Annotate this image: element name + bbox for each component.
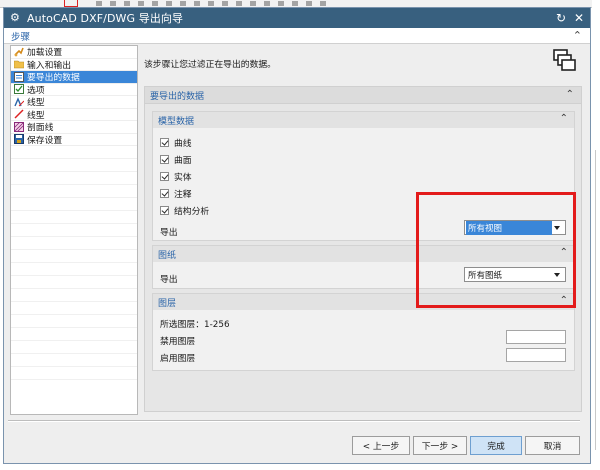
window-title: AutoCAD DXF/DWG 导出向导 — [27, 12, 184, 25]
group-title: 图纸 — [158, 250, 177, 261]
list-filler — [11, 185, 137, 198]
checkbox-curves[interactable]: 曲线 — [160, 136, 192, 149]
steps-list: 加载设置 输入和输出 要导出的数据 选项 线型 线型 剖面线 保存设置 — [10, 45, 138, 415]
data-to-export-header[interactable]: 要导出的数据 ⌃ — [145, 87, 581, 104]
chevron-up-icon[interactable]: ⌃ — [560, 113, 568, 124]
step-line[interactable]: 线型 — [11, 109, 137, 121]
next-button[interactable]: 下一步 > — [413, 436, 467, 455]
section-title: 要导出的数据 — [150, 91, 205, 102]
chevron-up-icon[interactable]: ⌃ — [573, 29, 582, 42]
enabled-layers-label: 启用图层 — [160, 354, 196, 364]
list-filler — [11, 276, 137, 289]
checkbox-annotations[interactable]: 注释 — [160, 187, 192, 200]
disabled-layers-label: 禁用图层 — [160, 337, 196, 347]
checkbox[interactable] — [160, 171, 169, 181]
steps-header-label: 步骤 — [11, 31, 31, 43]
list-filler — [11, 237, 137, 250]
model-data-header[interactable]: 模型数据 ⌃ — [153, 112, 574, 128]
step-hatch[interactable]: 剖面线 — [11, 121, 137, 134]
step-linetype[interactable]: 线型 — [11, 96, 137, 109]
hatch-icon — [13, 121, 25, 133]
step-save-settings[interactable]: 保存设置 — [11, 134, 137, 146]
footer-separator — [8, 420, 580, 422]
list-filler — [11, 224, 137, 237]
step-label: 输入和输出 — [27, 60, 71, 71]
step-data-to-export[interactable]: 要导出的数据 — [11, 71, 137, 84]
folder-icon — [13, 59, 25, 69]
list-filler — [11, 328, 137, 341]
gear-icon: ⚙ — [10, 11, 20, 24]
step-description: 该步骤让您过滤正在导出的数据。 — [144, 60, 276, 70]
list-filler — [11, 198, 137, 211]
step-label: 加载设置 — [27, 48, 63, 59]
step-label: 线型 — [27, 98, 45, 109]
step-label: 保存设置 — [27, 135, 63, 146]
step-label: 剖面线 — [27, 123, 54, 134]
save-settings-icon — [14, 134, 24, 145]
export-drawings-label: 导出 — [160, 275, 178, 285]
step-label: 要导出的数据 — [27, 73, 80, 84]
checkbox[interactable] — [160, 154, 169, 164]
checkbox-label: 注释 — [174, 189, 192, 200]
list-filler — [11, 211, 137, 224]
checkbox-surfaces[interactable]: 曲面 — [160, 153, 192, 166]
background-toolbar-icons — [96, 1, 326, 6]
list-filler — [11, 289, 137, 302]
line-icon — [14, 109, 24, 119]
finish-button[interactable]: 完成 — [470, 436, 522, 455]
linetype-icon — [14, 96, 25, 107]
list-filler — [11, 315, 137, 328]
checkbox-label: 曲面 — [174, 155, 192, 166]
checkbox-structural-analysis[interactable]: 结构分析 — [160, 204, 210, 217]
checkbox[interactable] — [160, 205, 169, 215]
cancel-button[interactable]: 取消 — [525, 436, 580, 455]
checkbox[interactable] — [160, 188, 169, 198]
checkbox-label: 结构分析 — [174, 206, 210, 217]
step-load-settings[interactable]: 加载设置 — [11, 46, 137, 59]
checkbox[interactable] — [160, 137, 169, 147]
load-settings-icon — [14, 47, 24, 57]
edge-line — [595, 150, 596, 450]
list-filler — [11, 341, 137, 354]
selected-layers-label: 所选图层：1-256 — [160, 320, 230, 330]
title-bar[interactable]: ⚙ AutoCAD DXF/DWG 导出向导 ↻ ✕ — [4, 8, 590, 28]
export-views-label: 导出 — [160, 228, 178, 238]
step-input-output[interactable]: 输入和输出 — [11, 59, 137, 71]
background-window-edge — [592, 0, 600, 470]
list-filler — [11, 146, 137, 159]
checkbox-label: 曲线 — [174, 138, 192, 149]
background-toolbar-icon — [64, 0, 78, 7]
list-filler — [11, 302, 137, 315]
step-label: 线型 — [27, 110, 45, 121]
options-icon — [14, 84, 24, 95]
list-filler — [11, 367, 137, 380]
enabled-layers-input[interactable] — [506, 348, 566, 362]
data-icon — [14, 71, 24, 82]
close-button[interactable]: ✕ — [572, 11, 586, 25]
checkbox-label: 实体 — [174, 172, 192, 183]
disabled-layers-input[interactable] — [506, 330, 566, 344]
group-title: 模型数据 — [158, 116, 195, 127]
chevron-up-icon[interactable]: ⌃ — [566, 89, 574, 100]
list-filler — [11, 159, 137, 172]
back-button[interactable]: < 上一步 — [352, 436, 410, 455]
list-filler — [11, 172, 137, 185]
restore-button[interactable]: ↻ — [554, 11, 568, 25]
step-label: 选项 — [27, 85, 45, 96]
checkbox-solids[interactable]: 实体 — [160, 170, 192, 183]
step-options[interactable]: 选项 — [11, 84, 137, 96]
steps-header[interactable]: 步骤 ⌃ — [4, 28, 590, 44]
export-data-icon — [553, 49, 577, 73]
list-filler — [11, 250, 137, 263]
group-title: 图层 — [158, 298, 177, 309]
list-filler — [11, 263, 137, 276]
red-highlight-box — [416, 192, 576, 308]
list-filler — [11, 354, 137, 367]
